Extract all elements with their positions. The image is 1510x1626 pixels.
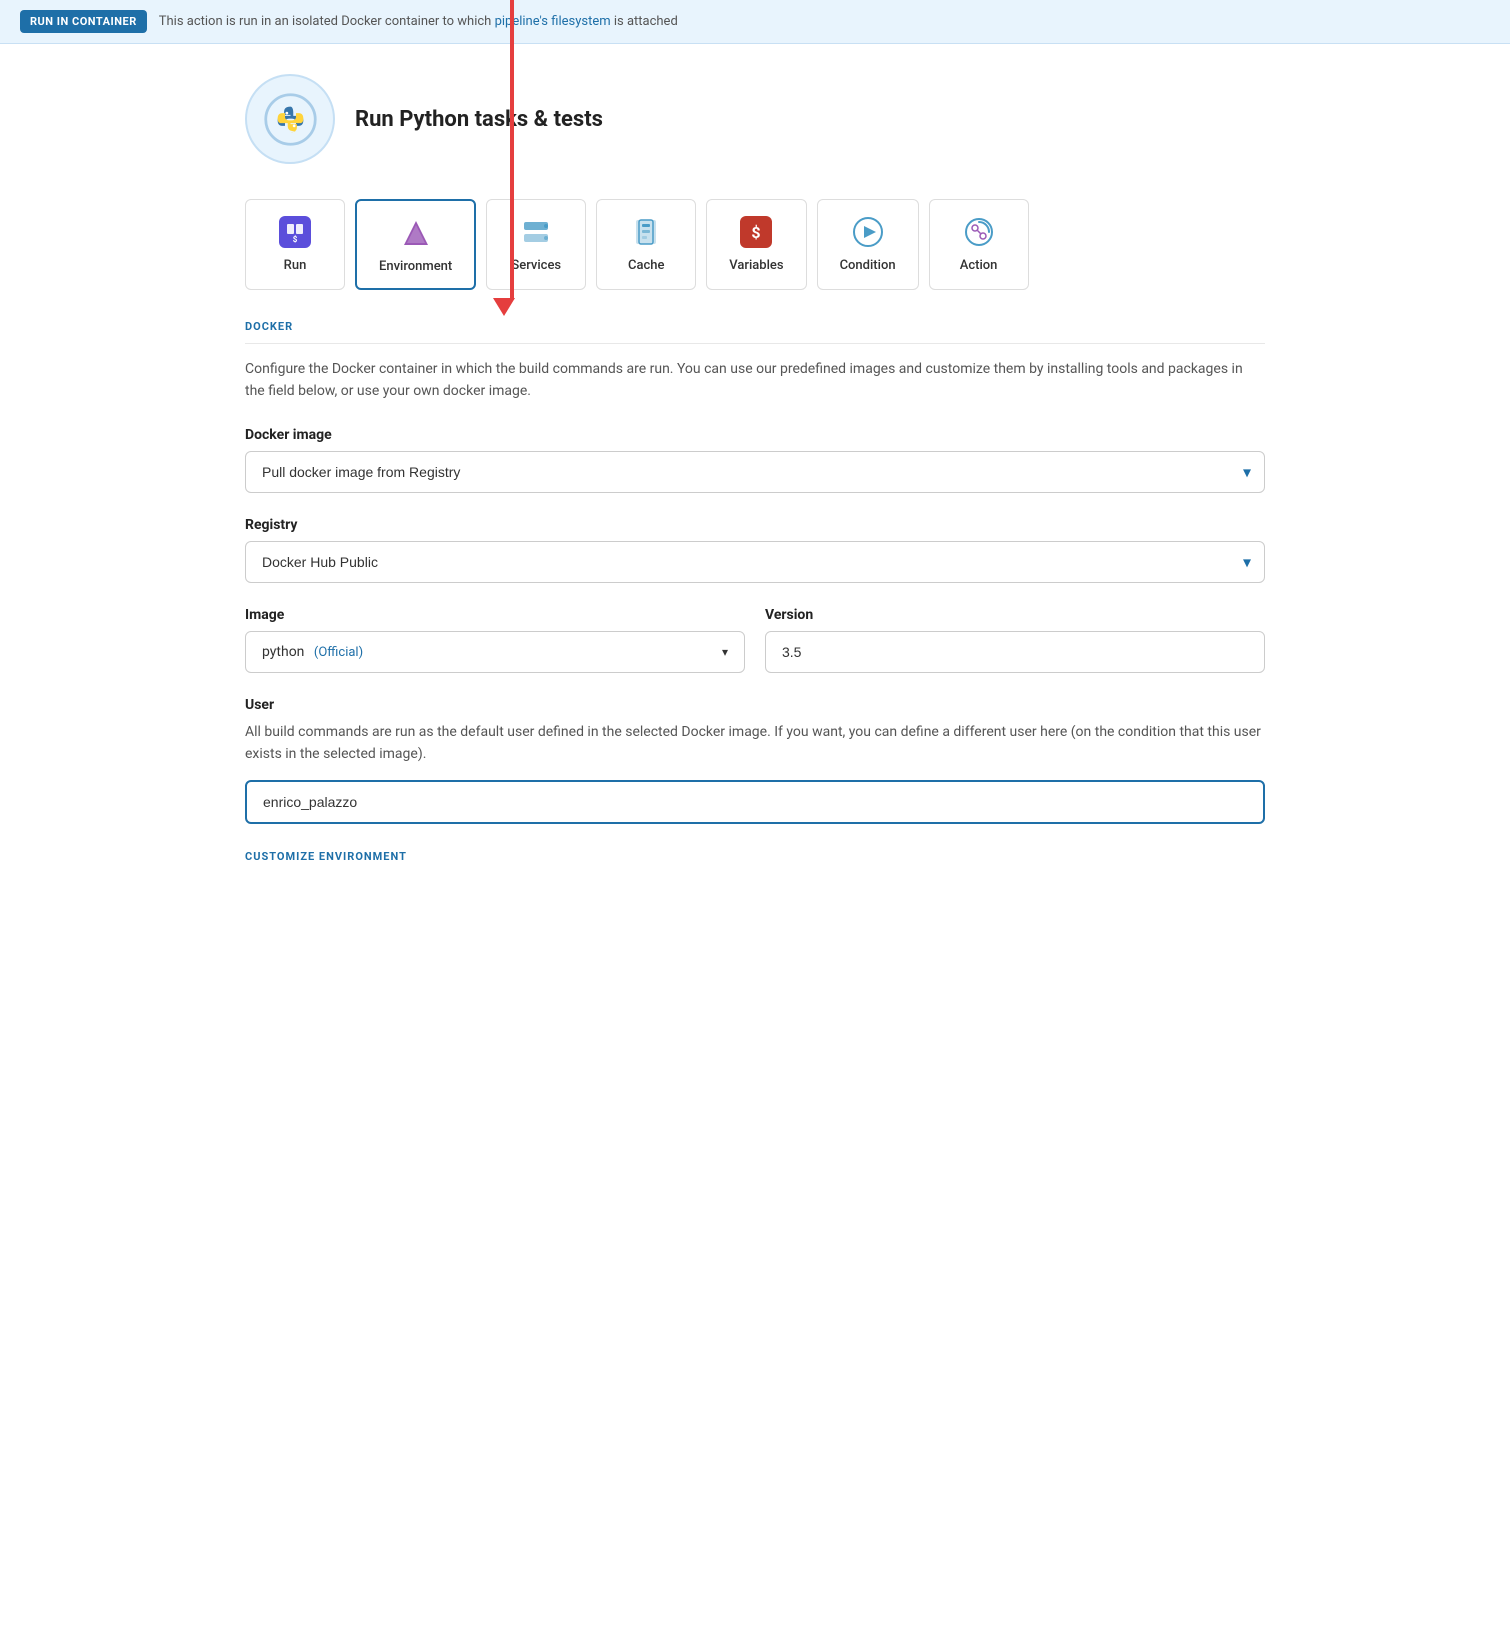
tabs-row: $ Run Environment	[245, 199, 1265, 290]
tab-variables[interactable]: $ Variables	[706, 199, 806, 290]
tab-run[interactable]: $ Run	[245, 199, 345, 290]
version-group: Version	[765, 607, 1265, 673]
image-select[interactable]: python (Official) ▾	[245, 631, 745, 673]
docker-image-label: Docker image	[245, 427, 1265, 443]
cache-icon	[628, 214, 664, 250]
official-badge: (Official)	[314, 645, 363, 660]
user-section: User All build commands are run as the d…	[245, 697, 1265, 824]
docker-image-group: Docker image Pull docker image from Regi…	[245, 427, 1265, 493]
image-chevron-icon: ▾	[722, 645, 728, 659]
tab-condition[interactable]: Condition	[817, 199, 919, 290]
registry-label: Registry	[245, 517, 1265, 533]
services-icon	[518, 214, 554, 250]
docker-image-select-wrapper: Pull docker image from Registry ▾	[245, 451, 1265, 493]
docker-section: DOCKER Configure the Docker container in…	[245, 320, 1265, 403]
tab-environment-label: Environment	[379, 259, 452, 274]
tab-cache-label: Cache	[628, 258, 664, 273]
user-label: User	[245, 697, 1265, 713]
tab-environment[interactable]: Environment	[355, 199, 476, 290]
run-icon: $	[277, 214, 313, 250]
version-input[interactable]	[765, 631, 1265, 673]
tab-services-label: Services	[511, 258, 561, 273]
condition-icon	[850, 214, 886, 250]
svg-text:$: $	[752, 223, 761, 242]
section-description: Configure the Docker container in which …	[245, 358, 1265, 403]
image-label: Image	[245, 607, 745, 623]
svg-text:$: $	[293, 235, 298, 244]
variables-icon: $	[738, 214, 774, 250]
section-label: DOCKER	[245, 320, 1265, 344]
main-content: Run Python tasks & tests $ Run	[225, 44, 1285, 894]
image-version-row: Image python (Official) ▾ Version	[245, 607, 1265, 673]
registry-select[interactable]: Docker Hub Public	[245, 541, 1265, 583]
page-title: Run Python tasks & tests	[355, 107, 603, 132]
registry-select-wrapper: Docker Hub Public ▾	[245, 541, 1265, 583]
docker-image-select[interactable]: Pull docker image from Registry	[245, 451, 1265, 493]
top-banner: RUN IN CONTAINER This action is run in a…	[0, 0, 1510, 44]
tab-condition-label: Condition	[840, 258, 896, 273]
tab-run-label: Run	[284, 258, 307, 273]
tab-services[interactable]: Services	[486, 199, 586, 290]
user-input[interactable]	[245, 780, 1265, 824]
image-group: Image python (Official) ▾	[245, 607, 745, 673]
user-description: All build commands are run as the defaul…	[245, 721, 1265, 766]
tab-variables-label: Variables	[729, 258, 783, 273]
environment-icon	[398, 215, 434, 251]
customize-environment-label: CUSTOMIZE ENVIRONMENT	[245, 850, 407, 863]
tab-action-label: Action	[960, 258, 998, 273]
customize-environment[interactable]: CUSTOMIZE ENVIRONMENT	[245, 848, 1265, 864]
version-label: Version	[765, 607, 1265, 623]
page-header: Run Python tasks & tests	[245, 74, 1265, 164]
plugin-icon-wrap	[245, 74, 335, 164]
tab-cache[interactable]: Cache	[596, 199, 696, 290]
tab-action[interactable]: Action	[929, 199, 1029, 290]
image-value: python	[262, 644, 304, 660]
python-icon	[263, 92, 318, 147]
action-icon	[961, 214, 997, 250]
registry-group: Registry Docker Hub Public ▾	[245, 517, 1265, 583]
banner-text: This action is run in an isolated Docker…	[159, 14, 678, 29]
run-in-container-badge: RUN IN CONTAINER	[20, 10, 147, 33]
